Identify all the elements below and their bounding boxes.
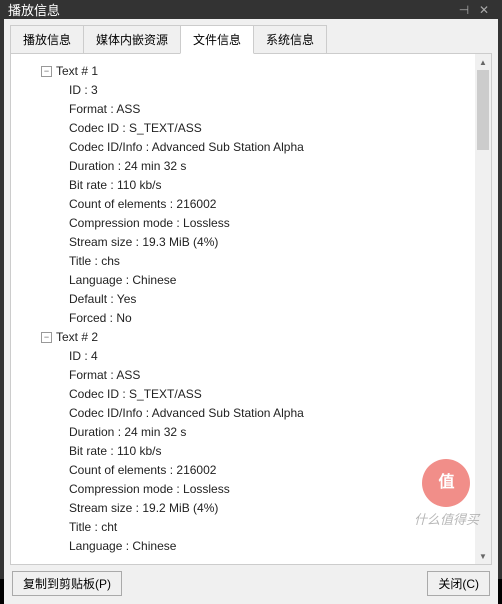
- tree-property-text: Title : chs: [69, 252, 120, 271]
- tree-property[interactable]: Count of elements : 216002: [17, 461, 485, 480]
- client-area: 播放信息媒体内嵌资源文件信息系统信息 −Text # 1ID : 3Format…: [4, 19, 498, 604]
- tree-property[interactable]: Stream size : 19.2 MiB (4%): [17, 499, 485, 518]
- tree-property-text: ID : 3: [69, 81, 98, 100]
- tree-property[interactable]: Compression mode : Lossless: [17, 214, 485, 233]
- tree-property-text: Duration : 24 min 32 s: [69, 423, 186, 442]
- pin-icon[interactable]: ⊣: [454, 3, 474, 17]
- tree-property-text: Language : Chinese: [69, 537, 176, 556]
- tab-pane-file-info: −Text # 1ID : 3Format : ASSCodec ID : S_…: [10, 53, 492, 565]
- tree-property[interactable]: ID : 4: [17, 347, 485, 366]
- tree-property-text: ID : 4: [69, 347, 98, 366]
- tree-property[interactable]: Stream size : 19.3 MiB (4%): [17, 233, 485, 252]
- bottom-bar: 复制到剪贴板(P) 关闭(C): [10, 565, 492, 598]
- tree-group-label: Text # 2: [56, 328, 98, 347]
- tree-property[interactable]: Count of elements : 216002: [17, 195, 485, 214]
- tree-property-text: Codec ID/Info : Advanced Sub Station Alp…: [69, 138, 304, 157]
- window: 播放信息 ⊣ ✕ 播放信息媒体内嵌资源文件信息系统信息 −Text # 1ID …: [0, 0, 502, 579]
- tree-property-text: Format : ASS: [69, 366, 140, 385]
- tree-property[interactable]: Duration : 24 min 32 s: [17, 157, 485, 176]
- scroll-down-icon[interactable]: ▼: [475, 548, 491, 564]
- tree-property-text: Compression mode : Lossless: [69, 480, 230, 499]
- close-button[interactable]: 关闭(C): [427, 571, 490, 596]
- tree-property-text: Forced : No: [69, 309, 132, 328]
- tree-property-text: Codec ID : S_TEXT/ASS: [69, 119, 202, 138]
- tree-property[interactable]: ID : 3: [17, 81, 485, 100]
- tree-property[interactable]: Compression mode : Lossless: [17, 480, 485, 499]
- tree-property[interactable]: Default : Yes: [17, 290, 485, 309]
- window-title: 播放信息: [8, 0, 454, 19]
- tree-property[interactable]: Bit rate : 110 kb/s: [17, 176, 485, 195]
- scroll-thumb[interactable]: [477, 70, 489, 150]
- close-icon[interactable]: ✕: [474, 3, 494, 17]
- vertical-scrollbar[interactable]: ▲ ▼: [475, 54, 491, 564]
- tree-property-text: Bit rate : 110 kb/s: [69, 176, 162, 195]
- tree-property[interactable]: Language : Chinese: [17, 271, 485, 290]
- tree-property-text: Count of elements : 216002: [69, 461, 216, 480]
- tree-property[interactable]: Codec ID : S_TEXT/ASS: [17, 385, 485, 404]
- tree-property[interactable]: Codec ID/Info : Advanced Sub Station Alp…: [17, 404, 485, 423]
- collapse-icon[interactable]: −: [41, 332, 52, 343]
- tree-property[interactable]: Language : Chinese: [17, 537, 485, 556]
- tree-property[interactable]: Forced : No: [17, 309, 485, 328]
- tree-property[interactable]: Title : chs: [17, 252, 485, 271]
- tree-property-text: Duration : 24 min 32 s: [69, 157, 186, 176]
- tree-property-text: Stream size : 19.2 MiB (4%): [69, 499, 218, 518]
- tree-property-text: Default : Yes: [69, 290, 136, 309]
- tree-property[interactable]: Duration : 24 min 32 s: [17, 423, 485, 442]
- tree-property-text: Language : Chinese: [69, 271, 176, 290]
- tab-2[interactable]: 文件信息: [180, 25, 254, 54]
- tree-property-text: Codec ID : S_TEXT/ASS: [69, 385, 202, 404]
- copy-to-clipboard-button[interactable]: 复制到剪贴板(P): [12, 571, 122, 596]
- tree-property[interactable]: Bit rate : 110 kb/s: [17, 442, 485, 461]
- tree-property-text: Codec ID/Info : Advanced Sub Station Alp…: [69, 404, 304, 423]
- titlebar: 播放信息 ⊣ ✕: [0, 0, 502, 19]
- collapse-icon[interactable]: −: [41, 66, 52, 77]
- tree-property[interactable]: Codec ID/Info : Advanced Sub Station Alp…: [17, 138, 485, 157]
- tree-group[interactable]: −Text # 1: [17, 62, 485, 81]
- tree-property-text: Bit rate : 110 kb/s: [69, 442, 162, 461]
- tab-strip: 播放信息媒体内嵌资源文件信息系统信息: [10, 25, 492, 54]
- tree-property-text: Compression mode : Lossless: [69, 214, 230, 233]
- tree-property[interactable]: Title : cht: [17, 518, 485, 537]
- info-tree: −Text # 1ID : 3Format : ASSCodec ID : S_…: [17, 62, 485, 556]
- tree-property[interactable]: Codec ID : S_TEXT/ASS: [17, 119, 485, 138]
- scroll-up-icon[interactable]: ▲: [475, 54, 491, 70]
- tree-property-text: Count of elements : 216002: [69, 195, 216, 214]
- tree-property[interactable]: Format : ASS: [17, 366, 485, 385]
- tree-property-text: Format : ASS: [69, 100, 140, 119]
- tree-property[interactable]: Format : ASS: [17, 100, 485, 119]
- tab-0[interactable]: 播放信息: [10, 25, 84, 54]
- tree-group[interactable]: −Text # 2: [17, 328, 485, 347]
- tab-1[interactable]: 媒体内嵌资源: [83, 25, 181, 54]
- tree-group-label: Text # 1: [56, 62, 98, 81]
- tab-3[interactable]: 系统信息: [253, 25, 327, 54]
- tree-property-text: Title : cht: [69, 518, 117, 537]
- tree-property-text: Stream size : 19.3 MiB (4%): [69, 233, 218, 252]
